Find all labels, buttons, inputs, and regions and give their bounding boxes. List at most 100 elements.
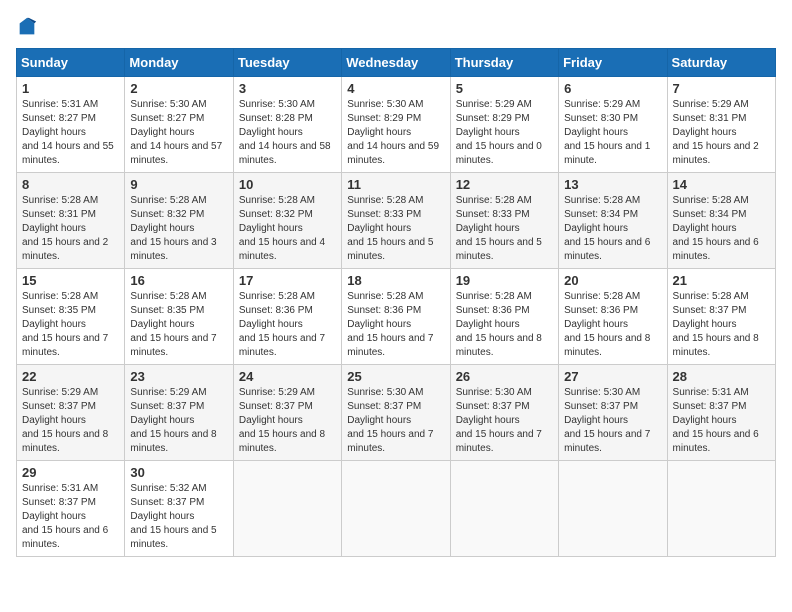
day-detail: Sunrise: 5:29 AM Sunset: 8:37 PM Dayligh… [130,386,227,456]
day-detail: Sunrise: 5:28 AM Sunset: 8:36 PM Dayligh… [456,290,553,360]
calendar-cell: 10 Sunrise: 5:28 AM Sunset: 8:32 PM Dayl… [233,173,341,269]
calendar-cell: 15 Sunrise: 5:28 AM Sunset: 8:35 PM Dayl… [17,269,125,365]
day-number: 15 [22,273,119,288]
page-header [16,16,776,38]
calendar-row-1: 1 Sunrise: 5:31 AM Sunset: 8:27 PM Dayli… [17,77,776,173]
calendar-cell: 20 Sunrise: 5:28 AM Sunset: 8:36 PM Dayl… [559,269,667,365]
day-number: 10 [239,177,336,192]
day-number: 14 [673,177,770,192]
calendar-cell: 23 Sunrise: 5:29 AM Sunset: 8:37 PM Dayl… [125,365,233,461]
calendar-row-3: 15 Sunrise: 5:28 AM Sunset: 8:35 PM Dayl… [17,269,776,365]
day-detail: Sunrise: 5:29 AM Sunset: 8:37 PM Dayligh… [239,386,336,456]
day-detail: Sunrise: 5:28 AM Sunset: 8:33 PM Dayligh… [456,194,553,264]
day-number: 27 [564,369,661,384]
day-detail: Sunrise: 5:28 AM Sunset: 8:31 PM Dayligh… [22,194,119,264]
calendar-table: Sunday Monday Tuesday Wednesday Thursday… [16,48,776,557]
calendar-cell: 24 Sunrise: 5:29 AM Sunset: 8:37 PM Dayl… [233,365,341,461]
calendar-cell: 19 Sunrise: 5:28 AM Sunset: 8:36 PM Dayl… [450,269,558,365]
day-detail: Sunrise: 5:30 AM Sunset: 8:37 PM Dayligh… [347,386,444,456]
calendar-cell [450,461,558,557]
calendar-cell: 6 Sunrise: 5:29 AM Sunset: 8:30 PM Dayli… [559,77,667,173]
col-monday: Monday [125,49,233,77]
day-number: 29 [22,465,119,480]
day-detail: Sunrise: 5:29 AM Sunset: 8:29 PM Dayligh… [456,98,553,168]
col-saturday: Saturday [667,49,775,77]
day-detail: Sunrise: 5:28 AM Sunset: 8:34 PM Dayligh… [564,194,661,264]
col-sunday: Sunday [17,49,125,77]
day-number: 18 [347,273,444,288]
calendar-cell: 2 Sunrise: 5:30 AM Sunset: 8:27 PM Dayli… [125,77,233,173]
day-detail: Sunrise: 5:28 AM Sunset: 8:36 PM Dayligh… [239,290,336,360]
day-detail: Sunrise: 5:29 AM Sunset: 8:37 PM Dayligh… [22,386,119,456]
calendar-cell: 28 Sunrise: 5:31 AM Sunset: 8:37 PM Dayl… [667,365,775,461]
col-wednesday: Wednesday [342,49,450,77]
day-number: 13 [564,177,661,192]
day-number: 7 [673,81,770,96]
calendar-cell: 27 Sunrise: 5:30 AM Sunset: 8:37 PM Dayl… [559,365,667,461]
calendar-cell: 26 Sunrise: 5:30 AM Sunset: 8:37 PM Dayl… [450,365,558,461]
day-number: 3 [239,81,336,96]
day-number: 22 [22,369,119,384]
calendar-cell: 30 Sunrise: 5:32 AM Sunset: 8:37 PM Dayl… [125,461,233,557]
calendar-cell [342,461,450,557]
col-thursday: Thursday [450,49,558,77]
calendar-cell: 9 Sunrise: 5:28 AM Sunset: 8:32 PM Dayli… [125,173,233,269]
logo [16,16,42,38]
day-number: 23 [130,369,227,384]
col-friday: Friday [559,49,667,77]
day-number: 17 [239,273,336,288]
day-number: 28 [673,369,770,384]
day-number: 30 [130,465,227,480]
col-tuesday: Tuesday [233,49,341,77]
day-number: 1 [22,81,119,96]
day-number: 11 [347,177,444,192]
calendar-cell: 16 Sunrise: 5:28 AM Sunset: 8:35 PM Dayl… [125,269,233,365]
calendar-row-5: 29 Sunrise: 5:31 AM Sunset: 8:37 PM Dayl… [17,461,776,557]
day-detail: Sunrise: 5:32 AM Sunset: 8:37 PM Dayligh… [130,482,227,552]
calendar-cell: 1 Sunrise: 5:31 AM Sunset: 8:27 PM Dayli… [17,77,125,173]
day-number: 4 [347,81,444,96]
calendar-cell: 21 Sunrise: 5:28 AM Sunset: 8:37 PM Dayl… [667,269,775,365]
day-number: 25 [347,369,444,384]
day-detail: Sunrise: 5:30 AM Sunset: 8:37 PM Dayligh… [456,386,553,456]
calendar-row-4: 22 Sunrise: 5:29 AM Sunset: 8:37 PM Dayl… [17,365,776,461]
day-detail: Sunrise: 5:28 AM Sunset: 8:33 PM Dayligh… [347,194,444,264]
day-detail: Sunrise: 5:30 AM Sunset: 8:27 PM Dayligh… [130,98,227,168]
day-detail: Sunrise: 5:28 AM Sunset: 8:35 PM Dayligh… [22,290,119,360]
day-detail: Sunrise: 5:30 AM Sunset: 8:37 PM Dayligh… [564,386,661,456]
day-number: 6 [564,81,661,96]
day-number: 9 [130,177,227,192]
calendar-cell: 25 Sunrise: 5:30 AM Sunset: 8:37 PM Dayl… [342,365,450,461]
calendar-cell: 11 Sunrise: 5:28 AM Sunset: 8:33 PM Dayl… [342,173,450,269]
day-detail: Sunrise: 5:29 AM Sunset: 8:31 PM Dayligh… [673,98,770,168]
calendar-cell: 17 Sunrise: 5:28 AM Sunset: 8:36 PM Dayl… [233,269,341,365]
day-number: 26 [456,369,553,384]
calendar-cell: 29 Sunrise: 5:31 AM Sunset: 8:37 PM Dayl… [17,461,125,557]
calendar-cell [559,461,667,557]
day-detail: Sunrise: 5:28 AM Sunset: 8:34 PM Dayligh… [673,194,770,264]
day-number: 16 [130,273,227,288]
calendar-cell: 7 Sunrise: 5:29 AM Sunset: 8:31 PM Dayli… [667,77,775,173]
calendar-cell: 5 Sunrise: 5:29 AM Sunset: 8:29 PM Dayli… [450,77,558,173]
calendar-cell: 18 Sunrise: 5:28 AM Sunset: 8:36 PM Dayl… [342,269,450,365]
calendar-cell [233,461,341,557]
day-detail: Sunrise: 5:31 AM Sunset: 8:37 PM Dayligh… [22,482,119,552]
day-detail: Sunrise: 5:30 AM Sunset: 8:28 PM Dayligh… [239,98,336,168]
calendar-row-2: 8 Sunrise: 5:28 AM Sunset: 8:31 PM Dayli… [17,173,776,269]
calendar-cell: 14 Sunrise: 5:28 AM Sunset: 8:34 PM Dayl… [667,173,775,269]
day-detail: Sunrise: 5:29 AM Sunset: 8:30 PM Dayligh… [564,98,661,168]
calendar-cell [667,461,775,557]
day-detail: Sunrise: 5:31 AM Sunset: 8:37 PM Dayligh… [673,386,770,456]
day-detail: Sunrise: 5:28 AM Sunset: 8:32 PM Dayligh… [130,194,227,264]
day-detail: Sunrise: 5:28 AM Sunset: 8:37 PM Dayligh… [673,290,770,360]
day-detail: Sunrise: 5:31 AM Sunset: 8:27 PM Dayligh… [22,98,119,168]
day-number: 8 [22,177,119,192]
calendar-cell: 8 Sunrise: 5:28 AM Sunset: 8:31 PM Dayli… [17,173,125,269]
day-detail: Sunrise: 5:28 AM Sunset: 8:36 PM Dayligh… [347,290,444,360]
calendar-cell: 13 Sunrise: 5:28 AM Sunset: 8:34 PM Dayl… [559,173,667,269]
day-number: 19 [456,273,553,288]
day-detail: Sunrise: 5:28 AM Sunset: 8:35 PM Dayligh… [130,290,227,360]
day-detail: Sunrise: 5:28 AM Sunset: 8:36 PM Dayligh… [564,290,661,360]
header-row: Sunday Monday Tuesday Wednesday Thursday… [17,49,776,77]
day-number: 20 [564,273,661,288]
